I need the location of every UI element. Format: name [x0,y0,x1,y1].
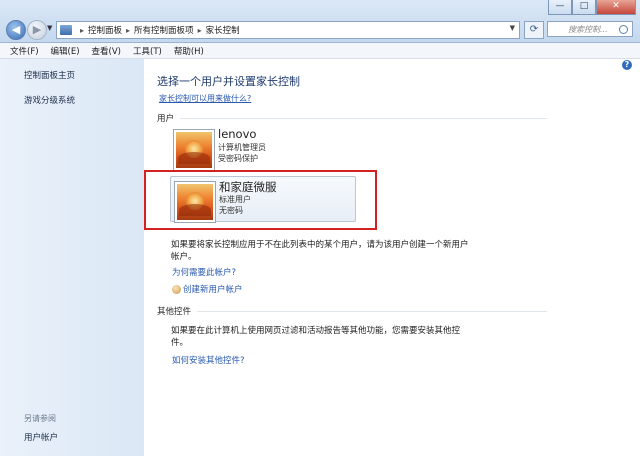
user-password-status: 无密码 [219,206,243,215]
recent-pages-dropdown[interactable]: ▼ [47,24,52,32]
user-avatar-icon [175,182,215,222]
create-account-label: 创建新用户帐户 [183,285,243,295]
breadcrumb-item[interactable]: 所有控制面板项 [134,24,194,36]
other-controls-description: 如果要在此计算机上使用网页过滤和活动报告等其他功能，您需要安装其他控件。 [171,326,461,348]
breadcrumb-item[interactable]: 家长控制 [206,24,240,36]
menu-view[interactable]: 查看(V) [92,45,121,57]
parental-controls-info-link[interactable]: 家长控制可以用来做什么? [159,93,251,104]
address-bar[interactable]: ▸ 控制面板 ▸ 所有控制面板项 ▸ 家长控制 ▼ [56,21,520,39]
forward-button[interactable]: ▶ [27,20,47,40]
users-section-label: 用户 [157,114,175,124]
user-card-family[interactable]: 和家庭微服 标准用户 无密码 [170,176,356,222]
address-dropdown-icon[interactable]: ▼ [510,24,515,32]
menu-tools[interactable]: 工具(T) [133,45,162,57]
breadcrumb-chevron-icon[interactable]: ▸ [126,26,130,35]
sidebar: 控制面板主页 游戏分级系统 [0,59,144,456]
window-controls: — □ ✕ [548,0,636,15]
add-user-description: 如果要将家长控制应用于不在此列表中的某个用户，请为该用户创建一个新用户帐户。 [171,240,469,262]
user-name: lenovo [218,127,257,141]
other-controls-section-header: 其他控件 [157,305,547,317]
title-bar: — □ ✕ ◀ ▶ ▼ ▸ 控制面板 ▸ 所有控制面板项 ▸ 家长控制 ▼ ⟳ … [0,0,640,43]
divider [197,310,547,312]
menu-file[interactable]: 文件(F) [10,45,39,57]
why-account-link[interactable]: 为何需要此帐户? [172,266,236,278]
users-section-header: 用户 [157,112,547,124]
install-controls-link[interactable]: 如何安装其他控件? [172,354,245,366]
search-icon[interactable] [619,25,628,34]
page-title: 选择一个用户并设置家长控制 [157,75,300,88]
search-placeholder: 搜索控制... [568,25,608,34]
menu-bar: 文件(F) 编辑(E) 查看(V) 工具(T) 帮助(H) [0,43,640,59]
refresh-button[interactable]: ⟳ [524,21,544,39]
close-button[interactable]: ✕ [596,0,636,15]
create-user-icon [172,285,181,294]
back-icon: ◀ [11,23,21,36]
breadcrumb-chevron-icon[interactable]: ▸ [80,26,84,35]
control-panel-icon [60,25,72,35]
user-account-type: 计算机管理员 [218,143,266,152]
sidebar-item-game-ratings[interactable]: 游戏分级系统 [24,94,75,106]
create-account-link[interactable]: 创建新用户帐户 [172,283,243,295]
user-card-lenovo[interactable]: lenovo 计算机管理员 受密码保护 [170,125,356,171]
maximize-button[interactable]: □ [572,0,596,15]
user-avatar-icon [174,130,214,170]
sidebar-item-user-accounts[interactable]: 用户帐户 [24,431,58,443]
other-controls-label: 其他控件 [157,307,192,317]
user-password-status: 受密码保护 [218,154,258,163]
refresh-icon: ⟳ [529,24,539,35]
menu-help[interactable]: 帮助(H) [174,45,204,57]
main-content: 选择一个用户并设置家长控制 家长控制可以用来做什么? 用户 lenovo 计算机… [144,59,640,456]
see-also-label: 另请参阅 [24,414,56,423]
breadcrumb-item[interactable]: 控制面板 [88,24,122,36]
user-name: 和家庭微服 [219,180,277,194]
back-button[interactable]: ◀ [6,20,26,40]
user-account-type: 标准用户 [219,195,251,204]
sidebar-item-control-panel-home[interactable]: 控制面板主页 [24,69,75,81]
forward-icon: ▶ [32,23,42,36]
divider [180,117,547,119]
search-input[interactable]: 搜索控制... [547,21,633,37]
breadcrumb-chevron-icon[interactable]: ▸ [198,26,202,35]
menu-edit[interactable]: 编辑(E) [51,45,80,57]
minimize-button[interactable]: — [548,0,572,15]
